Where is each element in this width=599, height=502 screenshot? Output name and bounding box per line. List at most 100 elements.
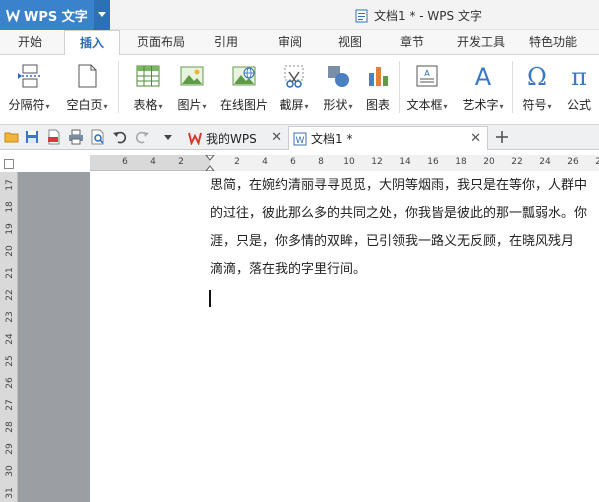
ruler-number: 29 xyxy=(5,443,15,455)
indent-marker-icon[interactable] xyxy=(205,155,215,171)
ruler-number: 30 xyxy=(5,465,15,477)
open-folder-icon[interactable] xyxy=(4,129,20,145)
tab-view[interactable]: 视图 xyxy=(328,30,372,55)
print-icon[interactable] xyxy=(68,129,84,145)
doc-tab-my-wps[interactable]: 我的WPS ✕ xyxy=(184,126,288,150)
screenshot-label: 截屏 xyxy=(279,98,304,112)
table-icon xyxy=(136,65,160,87)
doc-tab-document1[interactable]: W 文档1 * ✕ xyxy=(288,126,488,150)
document-page[interactable]: 思简，在婉约清丽寻寻觅觅，大阴等烟雨，我只是在等你，人群中 的过往，彼此那么多的… xyxy=(90,172,599,502)
redo-icon[interactable] xyxy=(134,129,150,145)
save-icon[interactable] xyxy=(24,129,40,145)
chevron-down-icon: ▾ xyxy=(158,102,163,111)
formula-button[interactable]: π 公式 xyxy=(562,59,596,117)
paragraph-line[interactable]: 涯，只是，你多情的双眸，已引领我一路义无反顾，在晓风残月 xyxy=(210,228,599,256)
chart-label: 图表 xyxy=(365,98,390,112)
text-cursor xyxy=(209,290,211,307)
new-tab-icon[interactable] xyxy=(494,129,510,145)
app-menu-dropdown[interactable] xyxy=(94,0,110,30)
document-icon xyxy=(355,9,368,22)
close-icon[interactable]: ✕ xyxy=(470,131,481,146)
ruler-number: 28 xyxy=(5,421,15,433)
table-label: 表格 xyxy=(133,98,158,112)
doc-tab-label: 文档1 * xyxy=(311,132,353,146)
online-picture-label: 在线图片 xyxy=(219,98,268,112)
ruler-number: 26 xyxy=(5,377,15,389)
ruler-number: 27 xyxy=(5,399,15,411)
svg-text:W: W xyxy=(296,136,305,146)
ruler-number: 16 xyxy=(427,157,439,167)
shapes-label: 形状 xyxy=(323,98,348,112)
online-picture-button[interactable]: 在线图片 xyxy=(218,59,270,117)
blank-page-button[interactable]: 空白页▾ xyxy=(62,59,112,117)
svg-text:π: π xyxy=(571,63,587,89)
ruler-number: 8 xyxy=(318,157,324,167)
paragraph-line[interactable]: 的过往，彼此那么多的共同之处，你我皆是彼此的那一瓢弱水。你 xyxy=(210,200,599,228)
app-menu-button[interactable]: WPS 文字 xyxy=(0,0,110,30)
ruler-number: 20 xyxy=(483,157,495,167)
wps-logo-icon xyxy=(6,9,20,22)
symbol-button[interactable]: Ω 符号▾ xyxy=(516,59,558,117)
tab-home[interactable]: 开始 xyxy=(8,30,52,55)
ruler-number: 28 xyxy=(595,157,599,167)
ruler-number: 24 xyxy=(539,157,551,167)
ruler-number: 10 xyxy=(343,157,355,167)
ruler-corner-button[interactable] xyxy=(4,159,14,169)
ruler-number: 4 xyxy=(150,157,156,167)
document-body[interactable]: 思简，在婉约清丽寻寻觅觅，大阴等烟雨，我只是在等你，人群中 的过往，彼此那么多的… xyxy=(210,172,599,284)
chevron-down-icon: ▾ xyxy=(103,102,108,111)
ruler-number: 2 xyxy=(234,157,240,167)
vertical-ruler[interactable]: 17 18 19 20 21 22 23 24 25 26 27 28 29 30 31 xyxy=(0,172,18,502)
tab-page-layout[interactable]: 页面布局 xyxy=(130,30,192,55)
ribbon-separator xyxy=(118,61,119,113)
tab-insert[interactable]: 插入 xyxy=(64,30,120,56)
paragraph-line[interactable]: 滴滴，落在我的字里行间。 xyxy=(210,256,599,284)
print-preview-icon[interactable] xyxy=(90,129,106,145)
tab-review[interactable]: 审阅 xyxy=(268,30,312,55)
chevron-down-icon: ▾ xyxy=(45,102,50,111)
horizontal-ruler[interactable]: 642246810121416182022242628 xyxy=(90,155,599,171)
close-icon[interactable]: ✕ xyxy=(271,130,282,145)
undo-icon[interactable] xyxy=(112,129,128,145)
customize-toolbar-icon[interactable] xyxy=(162,131,174,143)
textbox-label: 文本框 xyxy=(406,98,443,112)
tab-developer[interactable]: 开发工具 xyxy=(450,30,512,55)
symbol-label: 符号 xyxy=(522,98,547,112)
screenshot-button[interactable]: 截屏▾ xyxy=(274,59,314,117)
wps-logo-icon xyxy=(188,132,202,145)
picture-button[interactable]: 图片▾ xyxy=(172,59,212,117)
chevron-down-icon: ▾ xyxy=(499,102,504,111)
section-break-button[interactable]: 分隔符▾ xyxy=(4,59,54,117)
shapes-icon xyxy=(328,66,349,87)
ruler-number: 26 xyxy=(567,157,579,167)
paragraph-line[interactable]: 思简，在婉约清丽寻寻觅觅，大阴等烟雨，我只是在等你，人群中 xyxy=(210,172,599,200)
textbox-icon: A xyxy=(416,65,438,87)
ruler-number: 19 xyxy=(5,223,15,235)
window-title: 文档1 * - WPS 文字 xyxy=(355,7,482,24)
export-pdf-icon[interactable] xyxy=(46,129,62,145)
picture-label: 图片 xyxy=(177,98,202,112)
scissors-icon xyxy=(284,65,304,88)
ruler-number: 6 xyxy=(122,157,128,167)
document-icon: W xyxy=(293,132,307,146)
chart-button[interactable]: 图表 xyxy=(360,59,396,117)
chart-icon xyxy=(369,67,388,86)
table-button[interactable]: 表格▾ xyxy=(128,59,168,117)
ruler-number: 20 xyxy=(5,245,15,257)
tab-references[interactable]: 引用 xyxy=(204,30,248,55)
formula-label: 公式 xyxy=(566,98,591,112)
ruler-number: 23 xyxy=(5,311,15,323)
chevron-down-icon xyxy=(98,12,106,17)
blank-page-icon xyxy=(78,64,97,88)
ruler-number: 2 xyxy=(178,157,184,167)
svg-text:A: A xyxy=(424,69,430,78)
chevron-down-icon: ▾ xyxy=(348,102,353,111)
ruler-number: 18 xyxy=(455,157,467,167)
ribbon: 分隔符▾ 空白页▾ 表格▾ 图片▾ 在线图片 截屏▾ 形状▾ 图表 A 文本框▾… xyxy=(0,55,599,125)
tab-features[interactable]: 特色功能 xyxy=(522,30,584,55)
chevron-down-icon: ▾ xyxy=(547,102,552,111)
shapes-button[interactable]: 形状▾ xyxy=(318,59,358,117)
tab-section[interactable]: 章节 xyxy=(390,30,434,55)
textbox-button[interactable]: A 文本框▾ xyxy=(402,59,452,117)
wordart-button[interactable]: A 艺术字▾ xyxy=(458,59,508,117)
